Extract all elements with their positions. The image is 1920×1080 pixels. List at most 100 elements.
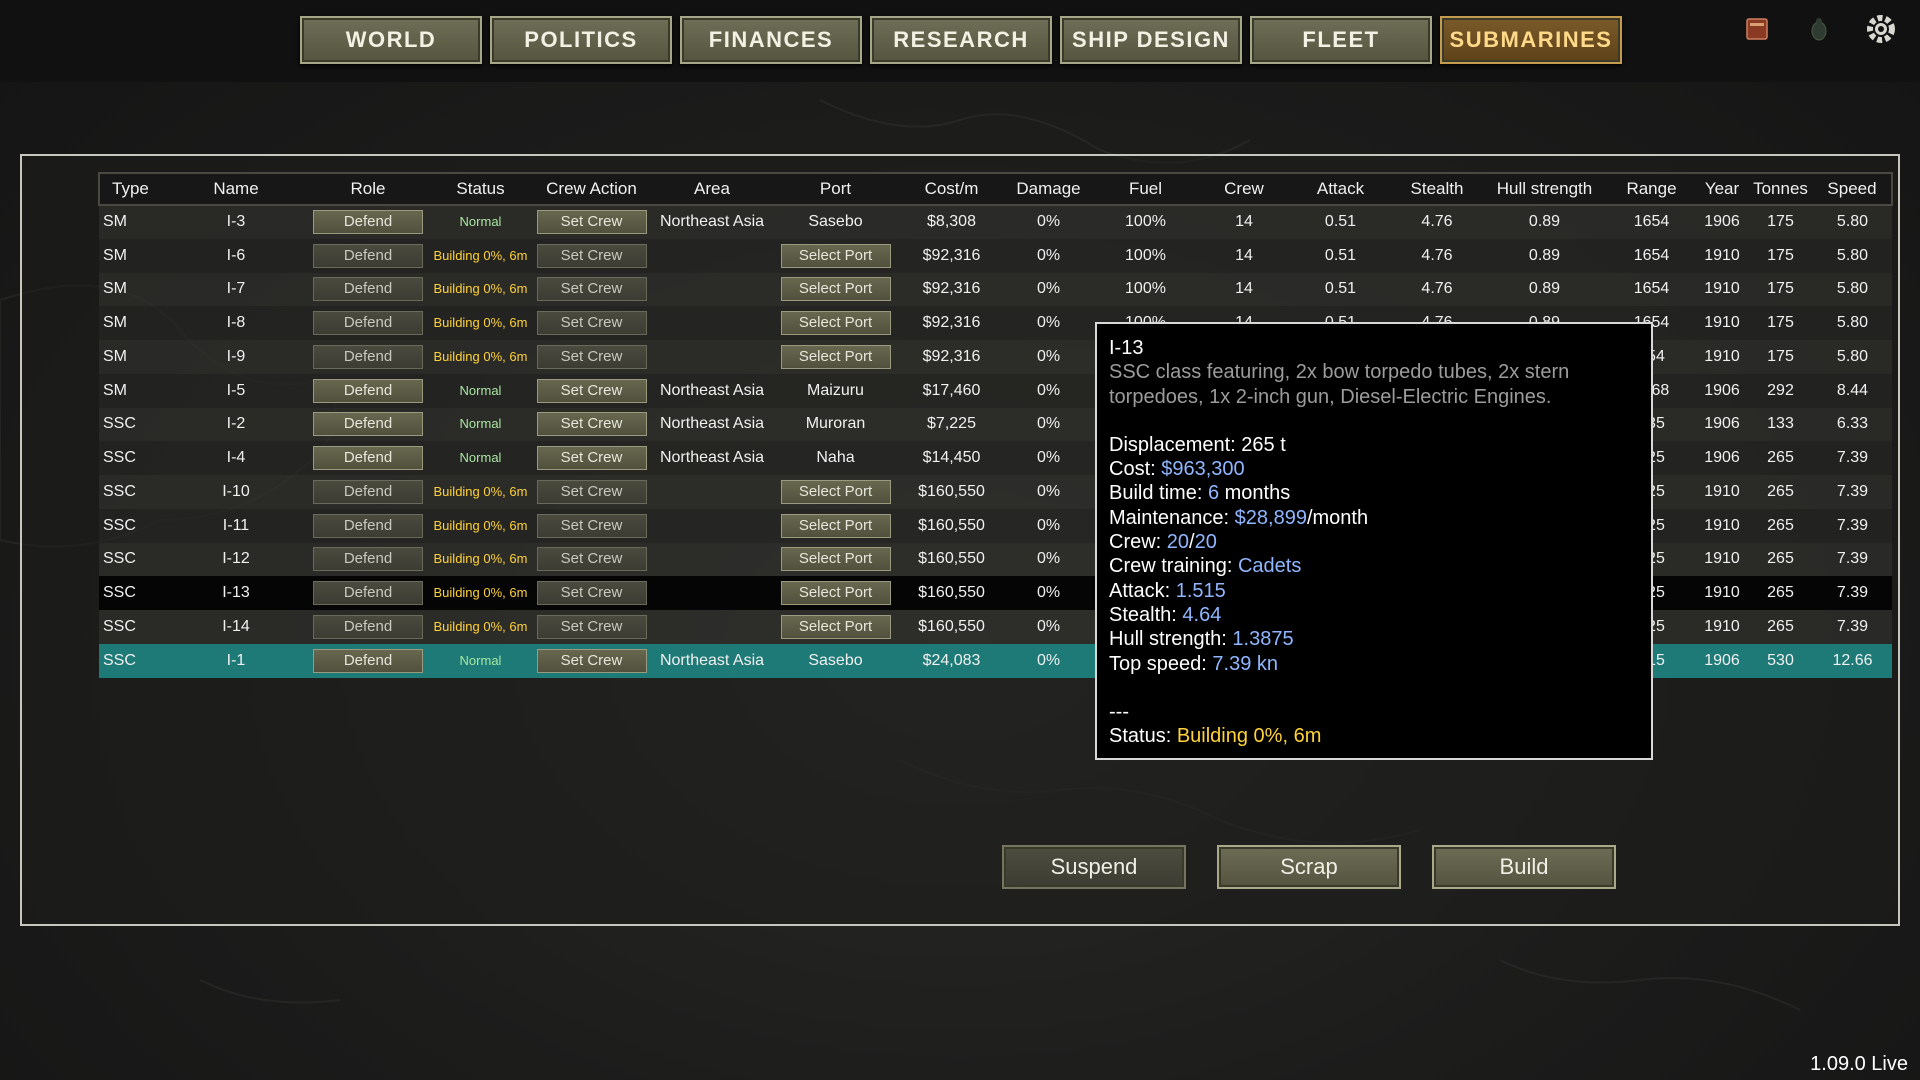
cell-area: [651, 475, 773, 509]
column-header-name[interactable]: Name: [165, 173, 307, 205]
column-header-attack[interactable]: Attack: [1289, 173, 1392, 205]
column-header-role[interactable]: Role: [307, 173, 429, 205]
role-button[interactable]: Defend: [313, 479, 423, 504]
role-button[interactable]: Defend: [313, 513, 423, 538]
role-button[interactable]: Defend: [313, 277, 423, 302]
tab-research[interactable]: RESEARCH: [870, 16, 1052, 64]
column-header-crew-action[interactable]: Crew Action: [532, 173, 651, 205]
select-port-button[interactable]: Select Port: [780, 614, 891, 639]
table-row[interactable]: SM I-6 Defend Building 0%, 6m Set Crew Select…: [99, 238, 1892, 273]
cell-crew-action: Set Crew: [532, 475, 651, 509]
table-row[interactable]: SM I-7 Defend Building 0%, 6m Set Crew Select…: [99, 272, 1892, 307]
column-header-hull-strength[interactable]: Hull strength: [1482, 173, 1607, 205]
column-header-fuel[interactable]: Fuel: [1092, 173, 1199, 205]
set-crew-button[interactable]: Set Crew: [536, 581, 647, 606]
column-header-status[interactable]: Status: [429, 173, 532, 205]
cell-status: Normal: [429, 644, 532, 678]
column-header-year[interactable]: Year: [1696, 173, 1748, 205]
tab-politics[interactable]: POLITICS: [490, 16, 672, 64]
cell-name: I-8: [226, 314, 246, 332]
tab-fleet[interactable]: FLEET: [1250, 16, 1432, 64]
select-port-button[interactable]: Select Port: [780, 243, 891, 268]
column-header-area[interactable]: Area: [651, 173, 773, 205]
role-button[interactable]: Defend: [313, 547, 423, 572]
status-text: Building 0%, 6m: [433, 247, 528, 263]
tooltip-build-time: Build time: 6 months: [1109, 482, 1291, 505]
cell-name: I-2: [226, 415, 246, 433]
set-crew-button[interactable]: Set Crew: [536, 513, 647, 538]
cell-tonnes: 175: [1767, 246, 1794, 264]
set-crew-button[interactable]: Set Crew: [536, 547, 647, 572]
build-button[interactable]: Build: [1432, 845, 1616, 889]
select-port-button[interactable]: Select Port: [780, 513, 891, 538]
set-crew-button[interactable]: Set Crew: [536, 277, 647, 302]
book-icon[interactable]: [1738, 10, 1776, 48]
role-button[interactable]: Defend: [313, 648, 423, 673]
cell-type: SSC: [103, 415, 136, 433]
tab-submarines[interactable]: SUBMARINES: [1440, 16, 1622, 64]
cell-cost: $92,316: [922, 246, 981, 264]
cell-port: Select Port: [773, 509, 898, 543]
top-icons: [1738, 10, 1900, 48]
version-label: 1.09.0 Live: [1810, 1053, 1908, 1075]
set-crew-button[interactable]: Set Crew: [536, 412, 647, 437]
set-crew-button[interactable]: Set Crew: [536, 378, 647, 403]
cell-damage: 0%: [1036, 584, 1061, 602]
select-port-button[interactable]: Select Port: [780, 344, 891, 369]
set-crew-button[interactable]: Set Crew: [536, 614, 647, 639]
column-header-tonnes[interactable]: Tonnes: [1748, 173, 1813, 205]
cell-crew-action: Set Crew: [532, 306, 651, 340]
role-button[interactable]: Defend: [313, 344, 423, 369]
set-crew-button[interactable]: Set Crew: [536, 243, 647, 268]
cell-tonnes: 133: [1767, 415, 1794, 433]
cell-tonnes: 175: [1767, 213, 1794, 231]
role-button[interactable]: Defend: [313, 412, 423, 437]
settings-gear-icon[interactable]: [1862, 10, 1900, 48]
cell-area: Northeast Asia: [659, 213, 765, 231]
column-header-stealth[interactable]: Stealth: [1392, 173, 1482, 205]
column-header-crew[interactable]: Crew: [1199, 173, 1289, 205]
set-crew-button[interactable]: Set Crew: [536, 344, 647, 369]
column-header-range[interactable]: Range: [1607, 173, 1696, 205]
role-button[interactable]: Defend: [313, 311, 423, 336]
cell-stealth: 4.76: [1421, 280, 1453, 298]
tab-world[interactable]: WORLD: [300, 16, 482, 64]
column-header-speed[interactable]: Speed: [1813, 173, 1892, 205]
cell-crew-action: Set Crew: [532, 273, 651, 307]
set-crew-button[interactable]: Set Crew: [536, 311, 647, 336]
cell-status: Normal: [429, 408, 532, 442]
set-crew-button[interactable]: Set Crew: [536, 446, 647, 471]
role-button[interactable]: Defend: [313, 446, 423, 471]
set-crew-button[interactable]: Set Crew: [536, 648, 647, 673]
role-button[interactable]: Defend: [313, 210, 423, 235]
column-header-damage[interactable]: Damage: [1005, 173, 1092, 205]
table-row[interactable]: SM I-3 Defend Normal Set Crew Northeast Asia S…: [99, 205, 1892, 239]
suspend-button[interactable]: Suspend: [1002, 845, 1186, 889]
beetle-icon[interactable]: [1800, 10, 1838, 48]
cell-fuel: 100%: [1125, 213, 1166, 231]
cell-status: Building 0%, 6m: [429, 475, 532, 509]
select-port-button[interactable]: Select Port: [780, 479, 891, 504]
cell-year: 1910: [1704, 617, 1740, 635]
cell-cost: $8,308: [927, 213, 976, 231]
set-crew-button[interactable]: Set Crew: [536, 479, 647, 504]
set-crew-button[interactable]: Set Crew: [536, 210, 647, 235]
select-port-button[interactable]: Select Port: [780, 547, 891, 572]
column-header-cost-m[interactable]: Cost/m: [898, 173, 1005, 205]
role-button[interactable]: Defend: [313, 378, 423, 403]
cell-type: SM: [103, 213, 127, 231]
cell-crew-action: Set Crew: [532, 340, 651, 374]
role-button[interactable]: Defend: [313, 614, 423, 639]
scrap-button[interactable]: Scrap: [1217, 845, 1401, 889]
select-port-button[interactable]: Select Port: [780, 277, 891, 302]
select-port-button[interactable]: Select Port: [780, 311, 891, 336]
cell-crew: 14: [1235, 246, 1253, 264]
cell-status: Building 0%, 6m: [429, 576, 532, 610]
role-button[interactable]: Defend: [313, 243, 423, 268]
select-port-button[interactable]: Select Port: [780, 581, 891, 606]
column-header-type[interactable]: Type: [99, 173, 165, 205]
column-header-port[interactable]: Port: [773, 173, 898, 205]
role-button[interactable]: Defend: [313, 581, 423, 606]
tab-finances[interactable]: FINANCES: [680, 16, 862, 64]
tab-ship-design[interactable]: SHIP DESIGN: [1060, 16, 1242, 64]
